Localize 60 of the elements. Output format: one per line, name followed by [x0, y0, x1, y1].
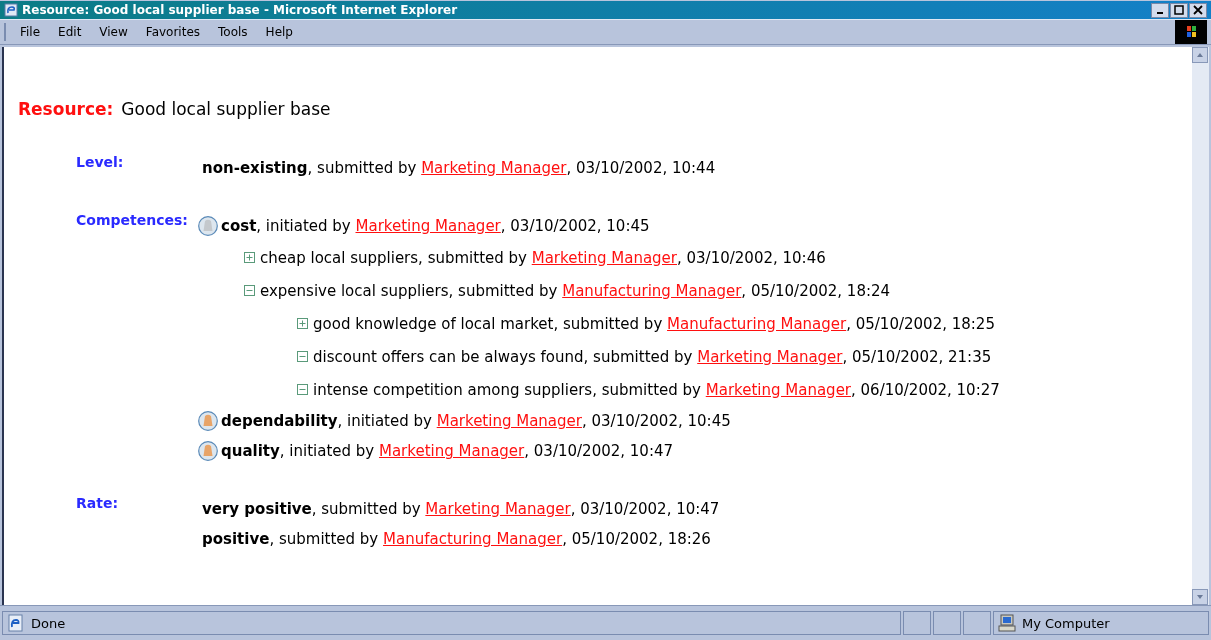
field-label: Competences:: [76, 211, 189, 230]
page-icon: [7, 614, 25, 632]
close-button[interactable]: [1189, 2, 1207, 18]
menu-item[interactable]: Edit: [58, 25, 82, 39]
author-link[interactable]: Marketing Manager: [697, 347, 843, 366]
scroll-down-icon[interactable]: [1192, 589, 1208, 605]
status-pane: [933, 611, 961, 635]
argument-text: good knowledge of local market, submitted by Manufacturing Manager, 05/10/2002, 18:25: [313, 313, 995, 335]
maximize-button[interactable]: [1170, 2, 1188, 18]
author-link[interactable]: Marketing Manager: [436, 412, 582, 430]
scrollbar[interactable]: [1192, 47, 1209, 605]
field-label: Rate:: [76, 494, 119, 513]
collapse-icon[interactable]: [244, 285, 255, 296]
bell-icon[interactable]: [198, 411, 218, 431]
author-link[interactable]: Manufacturing Manager: [667, 314, 847, 333]
menu-item[interactable]: Tools: [218, 25, 248, 39]
status-pane: [903, 611, 931, 635]
menu-item[interactable]: File: [20, 25, 41, 39]
menu-item[interactable]: Help: [265, 25, 293, 39]
competence-text: cost, initiated by Marketing Manager, 03/10/2002, 10:45: [221, 216, 650, 237]
expand-icon[interactable]: [297, 318, 308, 329]
argument-text: discount offers can be always found, submitted by Marketing Manager, 05/10/2002, 21:35: [313, 346, 992, 368]
minimize-icon: [1157, 12, 1163, 14]
zone-text: My Computer: [1022, 615, 1110, 631]
maximize-icon: [1174, 5, 1184, 15]
entry-text: non-existing, submitted by Marketing Manager, 03/10/2002, 10:44: [202, 158, 716, 179]
competence-text: quality, initiated by Marketing Manager, 03/10/2002, 10:47: [221, 441, 674, 462]
author-link[interactable]: Marketing Manager: [355, 217, 501, 235]
windows-logo-icon: [1175, 20, 1207, 44]
author-link[interactable]: Marketing Manager: [379, 442, 525, 460]
argument-text: expensive local suppliers, submitted by Manufacturing Manager, 05/10/2002, 18:24: [260, 280, 891, 302]
status-pane: [963, 611, 991, 635]
scroll-up-icon[interactable]: [1192, 47, 1208, 63]
author-link[interactable]: Marketing Manager: [705, 380, 852, 399]
argument-text: intense competition among suppliers, submitted by Marketing Manager, 06/10/2002, 10:27: [313, 379, 1000, 401]
author-link[interactable]: Marketing Manager: [531, 248, 677, 267]
author-link[interactable]: Manufacturing Manager: [383, 530, 563, 548]
close-icon: [1193, 5, 1203, 15]
bell-icon[interactable]: [198, 216, 218, 236]
competence-text: dependability, initiated by Marketing Manager, 03/10/2002, 10:45: [221, 411, 731, 432]
expand-icon[interactable]: [244, 252, 255, 263]
author-link[interactable]: Manufacturing Manager: [562, 281, 742, 300]
field-label: Level:: [76, 153, 125, 172]
author-link[interactable]: Marketing Manager: [425, 500, 571, 518]
author-link[interactable]: Marketing Manager: [421, 159, 567, 177]
collapse-icon[interactable]: [297, 351, 308, 362]
heading-label: Resource:: [18, 99, 114, 119]
menu-item[interactable]: Favorites: [145, 25, 201, 39]
heading-title: Good local supplier base: [121, 99, 331, 119]
minimize-button[interactable]: [1151, 2, 1169, 18]
collapse-icon[interactable]: [297, 384, 308, 395]
status-text: Done: [31, 615, 66, 631]
bell-icon[interactable]: [198, 441, 218, 461]
entry-text: positive, submitted by Manufacturing Manager, 05/10/2002, 18:26: [202, 529, 712, 550]
argument-text: cheap local suppliers, submitted by Marketing Manager, 03/10/2002, 10:46: [260, 247, 826, 269]
entry-text: very positive, submitted by Marketing Manager, 03/10/2002, 10:47: [202, 499, 720, 520]
browser-icon: [4, 3, 18, 17]
computer-icon: [998, 614, 1016, 632]
window-title: Resource: Good local supplier base - Microsoft Internet Explorer: [22, 3, 459, 17]
menu-item[interactable]: View: [99, 25, 128, 39]
